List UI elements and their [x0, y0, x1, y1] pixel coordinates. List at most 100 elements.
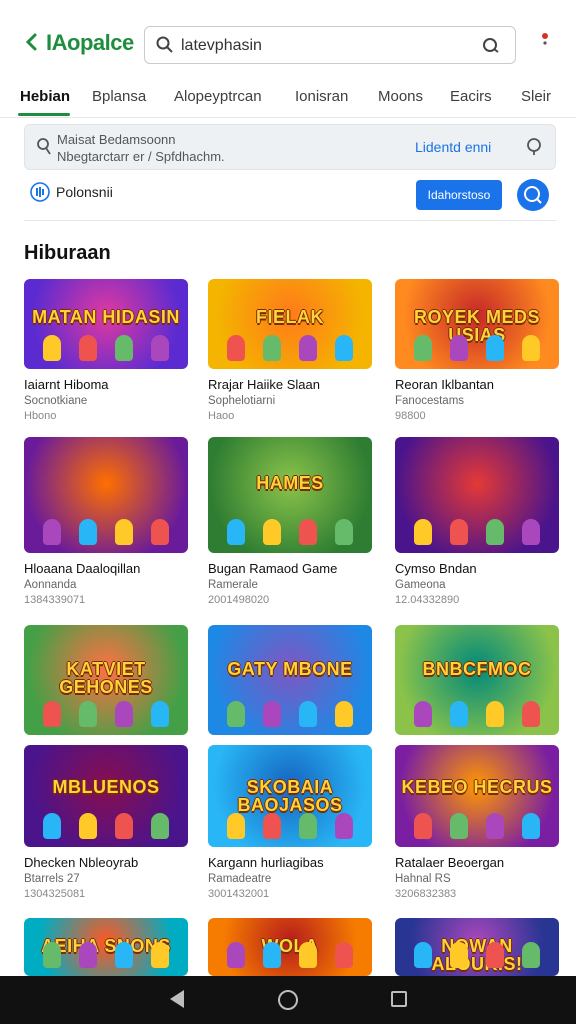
- game-card[interactable]: Hloaana Daaloqillan Aonnanda 1384339071: [24, 437, 188, 606]
- game-category: Hahnal RS: [395, 873, 451, 885]
- thumbnail-title: HAMES: [256, 473, 324, 494]
- thumbnail-characters: [218, 942, 362, 970]
- character-figure: [79, 701, 97, 727]
- game-thumbnail[interactable]: BNBCFMOC: [395, 625, 559, 735]
- game-thumbnail[interactable]: MBLUENOS: [24, 745, 188, 847]
- game-card[interactable]: KEBEO HECRUS Ratalaer Beoergan Hahnal RS 32…: [395, 745, 559, 900]
- character-figure: [151, 813, 169, 839]
- character-figure: [335, 335, 353, 361]
- account-icon: [524, 186, 542, 204]
- character-figure: [227, 519, 245, 545]
- magnifier-icon[interactable]: [525, 137, 545, 157]
- search-bar[interactable]: latevphasin: [144, 26, 516, 64]
- character-figure: [227, 942, 245, 968]
- game-card[interactable]: FIELAK Rrajar Haiike Slaan Sophelotiarni Ha…: [208, 279, 372, 422]
- game-card[interactable]: HAMES Bugan Ramaod Game Ramerale 2001498020: [208, 437, 372, 606]
- tab-5[interactable]: Eacirs: [450, 88, 492, 105]
- tab-1[interactable]: Bplansa: [92, 88, 146, 105]
- game-card[interactable]: AEIHA SNONS: [24, 918, 188, 976]
- category-tabs: Hebian Bplansa Alopeyptrcan Ionisran Moo…: [0, 80, 576, 118]
- game-title[interactable]: Ratalaer Beoergan: [395, 855, 559, 870]
- nav-back-icon[interactable]: [170, 990, 184, 1008]
- game-title[interactable]: Hloaana Daaloqillan: [24, 561, 188, 576]
- character-figure: [227, 335, 245, 361]
- back-button[interactable]: [22, 32, 42, 52]
- game-meta: 1304325081: [24, 888, 86, 900]
- game-category: Ramerale: [208, 579, 258, 591]
- game-title[interactable]: Iaiarnt Hiboma: [24, 377, 188, 392]
- nav-recents-icon[interactable]: [391, 991, 407, 1007]
- character-figure: [263, 519, 281, 545]
- info-link[interactable]: Lidentd enni: [415, 139, 491, 155]
- game-thumbnail[interactable]: KEBEO HECRUS: [395, 745, 559, 847]
- game-card[interactable]: MBLUENOS Dhecken Nbleoyrab Btarrels 27 1304…: [24, 745, 188, 900]
- overflow-menu-button[interactable]: [538, 30, 552, 54]
- tab-3[interactable]: Ionisran: [295, 88, 348, 105]
- game-card[interactable]: ROYEK MEDS USIAS Reoran Iklbantan Fanocest…: [395, 279, 559, 422]
- account-button[interactable]: [517, 179, 549, 211]
- thumbnail-characters: [405, 813, 549, 841]
- character-figure: [414, 813, 432, 839]
- character-figure: [43, 813, 61, 839]
- game-title[interactable]: Rrajar Haiike Slaan: [208, 377, 372, 392]
- thumbnail-title: SKOBAIA BAOJASOS: [237, 776, 343, 815]
- game-thumbnail[interactable]: [395, 437, 559, 553]
- character-figure: [115, 813, 133, 839]
- game-meta: 12.04332890: [395, 594, 460, 606]
- game-title[interactable]: Reoran Iklbantan: [395, 377, 559, 392]
- nav-home-icon[interactable]: [278, 990, 298, 1010]
- game-title[interactable]: Bugan Ramaod Game: [208, 561, 372, 576]
- character-figure: [486, 519, 504, 545]
- character-figure: [115, 701, 133, 727]
- character-figure: [151, 335, 169, 361]
- game-title[interactable]: Kargann hurliagibas: [208, 855, 372, 870]
- game-thumbnail[interactable]: GATY MBONE: [208, 625, 372, 735]
- game-category: Gameona: [395, 579, 446, 591]
- filter-button[interactable]: Idahorstoso: [416, 180, 502, 210]
- app-brand[interactable]: IAopalce: [46, 30, 134, 56]
- game-title[interactable]: Dhecken Nbleoyrab: [24, 855, 188, 870]
- tab-6[interactable]: Sleir: [521, 88, 551, 105]
- thumbnail-title: FIELAK: [256, 306, 324, 327]
- thumbnail-characters: [34, 335, 178, 363]
- tab-4[interactable]: Moons: [378, 88, 423, 105]
- game-card[interactable]: KATVIET GEHONES: [24, 625, 188, 735]
- game-card[interactable]: WOLA: [208, 918, 372, 976]
- voice-search-icon[interactable]: [481, 35, 501, 55]
- tab-0[interactable]: Hebian: [20, 88, 70, 105]
- character-figure: [335, 942, 353, 968]
- game-title[interactable]: Cymso Bndan: [395, 561, 559, 576]
- thumbnail-title: KATVIET GEHONES: [59, 659, 153, 698]
- game-thumbnail[interactable]: WOLA: [208, 918, 372, 976]
- game-thumbnail[interactable]: FIELAK: [208, 279, 372, 369]
- game-thumbnail[interactable]: KATVIET GEHONES: [24, 625, 188, 735]
- game-card[interactable]: MATAN HIDASIN Iaiarnt Hiboma Socnotkiane Hb…: [24, 279, 188, 422]
- game-thumbnail[interactable]: NOWAN ALOUKIS!: [395, 918, 559, 976]
- search-input[interactable]: latevphasin: [181, 37, 262, 55]
- game-thumbnail[interactable]: MATAN HIDASIN: [24, 279, 188, 369]
- tab-2[interactable]: Alopeyptrcan: [174, 88, 262, 105]
- equalizer-icon[interactable]: [30, 182, 50, 202]
- game-card[interactable]: NOWAN ALOUKIS!: [395, 918, 559, 976]
- character-figure: [79, 813, 97, 839]
- character-figure: [299, 519, 317, 545]
- game-card[interactable]: GATY MBONE: [208, 625, 372, 735]
- game-meta: 98800: [395, 410, 426, 422]
- character-figure: [414, 701, 432, 727]
- character-figure: [43, 335, 61, 361]
- game-thumbnail[interactable]: SKOBAIA BAOJASOS: [208, 745, 372, 847]
- game-card[interactable]: SKOBAIA BAOJASOS Kargann hurliagibas Ramad…: [208, 745, 372, 900]
- game-thumbnail[interactable]: [24, 437, 188, 553]
- character-figure: [299, 942, 317, 968]
- game-card[interactable]: Cymso Bndan Gameona 12.04332890: [395, 437, 559, 606]
- info-line-2: Nbegtarctarr er / Spfdhachm.: [57, 149, 225, 164]
- chevron-left-icon: [25, 33, 37, 51]
- game-thumbnail[interactable]: AEIHA SNONS: [24, 918, 188, 976]
- character-figure: [151, 519, 169, 545]
- character-figure: [522, 813, 540, 839]
- game-card[interactable]: BNBCFMOC: [395, 625, 559, 735]
- game-thumbnail[interactable]: ROYEK MEDS USIAS: [395, 279, 559, 369]
- filter-label[interactable]: Polonsnii: [56, 184, 113, 200]
- game-category: Ramadeatre: [208, 873, 272, 885]
- game-thumbnail[interactable]: HAMES: [208, 437, 372, 553]
